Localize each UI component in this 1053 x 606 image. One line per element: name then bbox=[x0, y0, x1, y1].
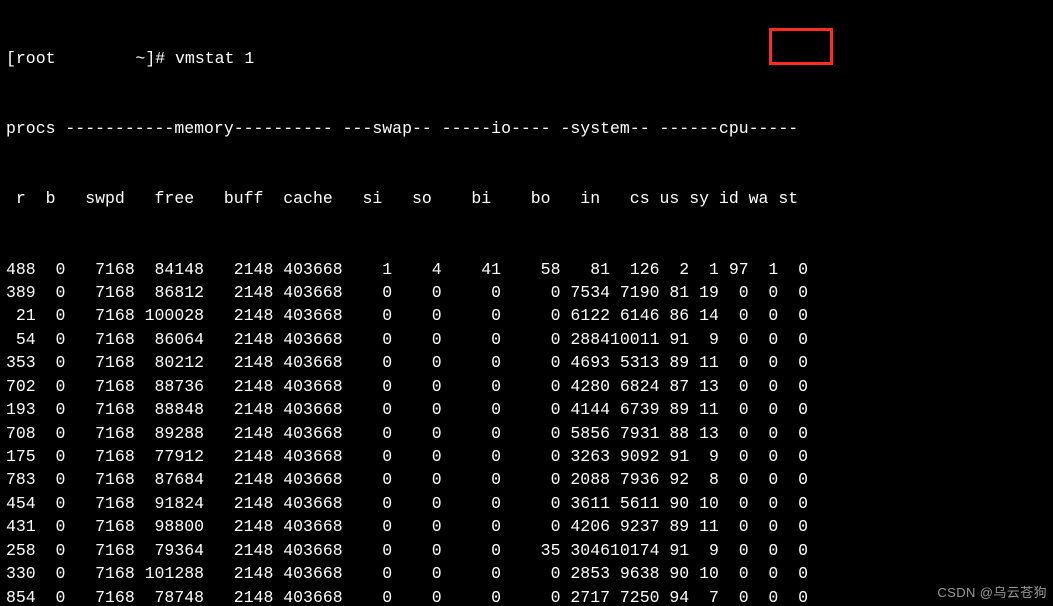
watermark: CSDN @乌云苍狗 bbox=[937, 584, 1047, 602]
vmstat-row: 431 0 7168 98800 2148 403668 0 0 0 0 420… bbox=[6, 515, 1047, 538]
vmstat-row: 783 0 7168 87684 2148 403668 0 0 0 0 208… bbox=[6, 468, 1047, 491]
command-text: vmstat 1 bbox=[175, 49, 254, 68]
vmstat-rows: 488 0 7168 84148 2148 403668 1 4 41 58 8… bbox=[6, 258, 1047, 606]
prompt-line: [root ~]# vmstat 1 bbox=[6, 47, 1047, 70]
vmstat-row: 854 0 7168 78748 2148 403668 0 0 0 0 271… bbox=[6, 586, 1047, 606]
vmstat-row: 454 0 7168 91824 2148 403668 0 0 0 0 361… bbox=[6, 492, 1047, 515]
vmstat-row: 54 0 7168 86064 2148 403668 0 0 0 0 2884… bbox=[6, 328, 1047, 351]
vmstat-col-header: r b swpd free buff cache si so bi bo in … bbox=[6, 187, 1047, 210]
vmstat-row: 175 0 7168 77912 2148 403668 0 0 0 0 326… bbox=[6, 445, 1047, 468]
redacted-hostname bbox=[56, 49, 126, 66]
terminal-output[interactable]: [root ~]# vmstat 1 procs -----------memo… bbox=[0, 0, 1053, 606]
prompt-prefix: [root bbox=[6, 49, 56, 68]
vmstat-row: 389 0 7168 86812 2148 403668 0 0 0 0 753… bbox=[6, 281, 1047, 304]
vmstat-row: 702 0 7168 88736 2148 403668 0 0 0 0 428… bbox=[6, 375, 1047, 398]
prompt-suffix: ~]# bbox=[126, 49, 176, 68]
vmstat-row: 330 0 7168 101288 2148 403668 0 0 0 0 28… bbox=[6, 562, 1047, 585]
vmstat-row: 258 0 7168 79364 2148 403668 0 0 0 35 30… bbox=[6, 539, 1047, 562]
vmstat-row: 21 0 7168 100028 2148 403668 0 0 0 0 612… bbox=[6, 304, 1047, 327]
vmstat-section-header: procs -----------memory---------- ---swa… bbox=[6, 117, 1047, 140]
vmstat-row: 353 0 7168 80212 2148 403668 0 0 0 0 469… bbox=[6, 351, 1047, 374]
vmstat-row: 193 0 7168 88848 2148 403668 0 0 0 0 414… bbox=[6, 398, 1047, 421]
vmstat-row: 488 0 7168 84148 2148 403668 1 4 41 58 8… bbox=[6, 258, 1047, 281]
vmstat-row: 708 0 7168 89288 2148 403668 0 0 0 0 585… bbox=[6, 422, 1047, 445]
